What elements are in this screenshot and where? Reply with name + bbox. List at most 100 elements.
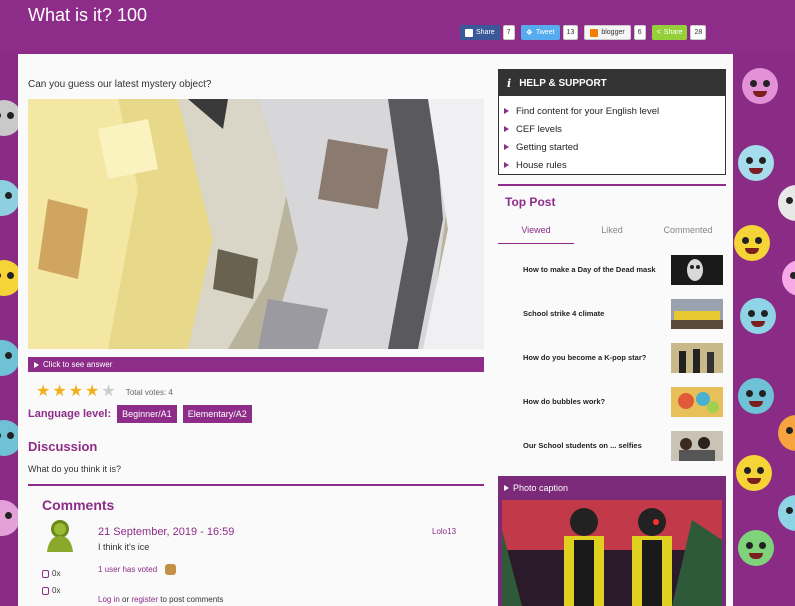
twitter-icon: ❖ (525, 28, 533, 37)
emoji-face-icon (738, 530, 774, 566)
level-tag-elementary[interactable]: Elementary/A2 (182, 405, 252, 423)
share-label: blogger (601, 29, 625, 36)
share-icon: < (656, 29, 661, 36)
emoji-face-icon (0, 340, 20, 376)
share-label: Share (663, 29, 683, 36)
post-title: How to make a Day of the Dead mask (523, 265, 656, 274)
facebook-share-button[interactable]: Share 7 (460, 25, 515, 40)
help-item-cef[interactable]: CEF levels (499, 120, 725, 138)
blogger-share-button[interactable]: blogger 6 (584, 25, 646, 40)
vote-info: 1 user has voted (98, 564, 177, 575)
comment-username[interactable]: Lolo13 (432, 527, 456, 536)
photo-caption-box[interactable]: Photo caption (498, 476, 726, 606)
language-level: Language level: Beginner/A1 Elementary/A… (28, 405, 252, 423)
discussion-heading: Discussion (28, 439, 98, 454)
emoji-face-icon (736, 455, 772, 491)
triangle-right-icon (504, 126, 509, 132)
share-label: Tweet (535, 29, 555, 36)
help-list: Find content for your English level CEF … (499, 96, 725, 174)
comment-text: I think it's ice (98, 542, 150, 552)
divider (498, 184, 726, 186)
help-header: i HELP & SUPPORT (499, 70, 725, 96)
intro-text: Can you guess our latest mystery object? (28, 79, 212, 90)
help-item-label: House rules (516, 159, 567, 171)
generic-share-button[interactable]: < Share 28 (651, 25, 707, 40)
triangle-right-icon (504, 162, 509, 168)
tab-liked[interactable]: Liked (574, 222, 650, 244)
top-post-item[interactable]: Our School students on ... selfies (523, 431, 723, 461)
emoji-face-icon (740, 298, 776, 334)
post-thumbnail (671, 343, 723, 373)
top-post-item[interactable]: How do you become a K-pop star? (523, 343, 723, 373)
see-answer-button[interactable]: Click to see answer (28, 357, 484, 372)
facebook-icon (465, 28, 473, 37)
award-stat: 0x (42, 586, 60, 595)
post-title: School strike 4 climate (523, 309, 605, 318)
top-post-item[interactable]: How do bubbles work? (523, 387, 723, 417)
thumbs-up-icon[interactable] (165, 564, 177, 575)
post-title: Our School students on ... selfies (523, 441, 642, 450)
star-rating[interactable]: ★ ★ ★ ★ ★ Total votes: 4 (36, 384, 173, 400)
star-icon[interactable]: ★ (69, 384, 83, 400)
star-icon[interactable]: ★ (36, 384, 50, 400)
top-post-item[interactable]: How to make a Day of the Dead mask (523, 255, 723, 285)
share-count: 28 (690, 25, 707, 40)
star-icon[interactable]: ★ (52, 384, 66, 400)
photo-caption-header[interactable]: Photo caption (498, 476, 726, 500)
divider (28, 484, 484, 486)
discussion-question: What do you think it is? (28, 464, 122, 474)
star-icon[interactable]: ★ (101, 384, 115, 400)
top-post-tabs: Viewed Liked Commented (498, 222, 726, 244)
emoji-face-icon (778, 185, 795, 221)
main-content: Can you guess our latest mystery object?… (18, 54, 733, 606)
login-prompt: Log in or register to post comments (98, 595, 223, 604)
post-thumbnail (671, 431, 723, 461)
emoji-face-icon (734, 225, 770, 261)
help-item-label: Find content for your English level (516, 105, 660, 117)
help-item-level[interactable]: Find content for your English level (499, 102, 725, 120)
help-item-label: Getting started (516, 141, 579, 153)
mystery-image (28, 99, 484, 349)
share-count: 7 (502, 25, 515, 40)
trophy-icon (42, 569, 49, 578)
tab-viewed[interactable]: Viewed (498, 222, 574, 244)
login-link[interactable]: Log in (98, 595, 120, 604)
share-count: 6 (633, 25, 646, 40)
comment-date: 21 September, 2019 - 16:59 (98, 526, 235, 538)
photo-caption-image (502, 500, 722, 606)
help-item-started[interactable]: Getting started (499, 138, 725, 156)
emoji-face-icon (738, 145, 774, 181)
login-or: or (119, 595, 132, 604)
top-post-heading: Top Post (505, 195, 556, 209)
register-link[interactable]: register (131, 595, 158, 604)
emoji-face-icon (778, 495, 795, 531)
twitter-share-button[interactable]: ❖ Tweet 13 (520, 25, 579, 40)
emoji-face-icon (0, 180, 20, 216)
triangle-right-icon (34, 361, 39, 368)
post-thumbnail (671, 255, 723, 285)
post-thumbnail (671, 387, 723, 417)
share-label: Share (476, 29, 495, 36)
help-support-box: i HELP & SUPPORT Find content for your E… (498, 69, 726, 175)
page-title: What is it? 100 (28, 5, 148, 25)
post-title: How do bubbles work? (523, 397, 606, 406)
help-item-rules[interactable]: House rules (499, 156, 725, 174)
help-item-label: CEF levels (516, 123, 562, 135)
emoji-face-icon (0, 500, 20, 536)
emoji-face-icon (738, 378, 774, 414)
total-votes: Total votes: 4 (125, 387, 173, 397)
post-title: How do you become a K-pop star? (523, 353, 647, 362)
star-icon[interactable]: ★ (85, 384, 99, 400)
top-post-item[interactable]: School strike 4 climate (523, 299, 723, 329)
help-title: HELP & SUPPORT (519, 77, 607, 89)
level-tag-beginner[interactable]: Beginner/A1 (117, 405, 177, 423)
blogger-icon (590, 28, 599, 37)
tab-commented[interactable]: Commented (650, 222, 726, 244)
vote-count: 1 user has voted (98, 565, 158, 574)
emoji-face-icon (778, 415, 795, 451)
triangle-right-icon (504, 108, 509, 114)
trophy-stat: 0x (42, 569, 60, 578)
post-thumbnail (671, 299, 723, 329)
avatar[interactable] (43, 518, 77, 552)
comments-heading: Comments (42, 497, 115, 513)
